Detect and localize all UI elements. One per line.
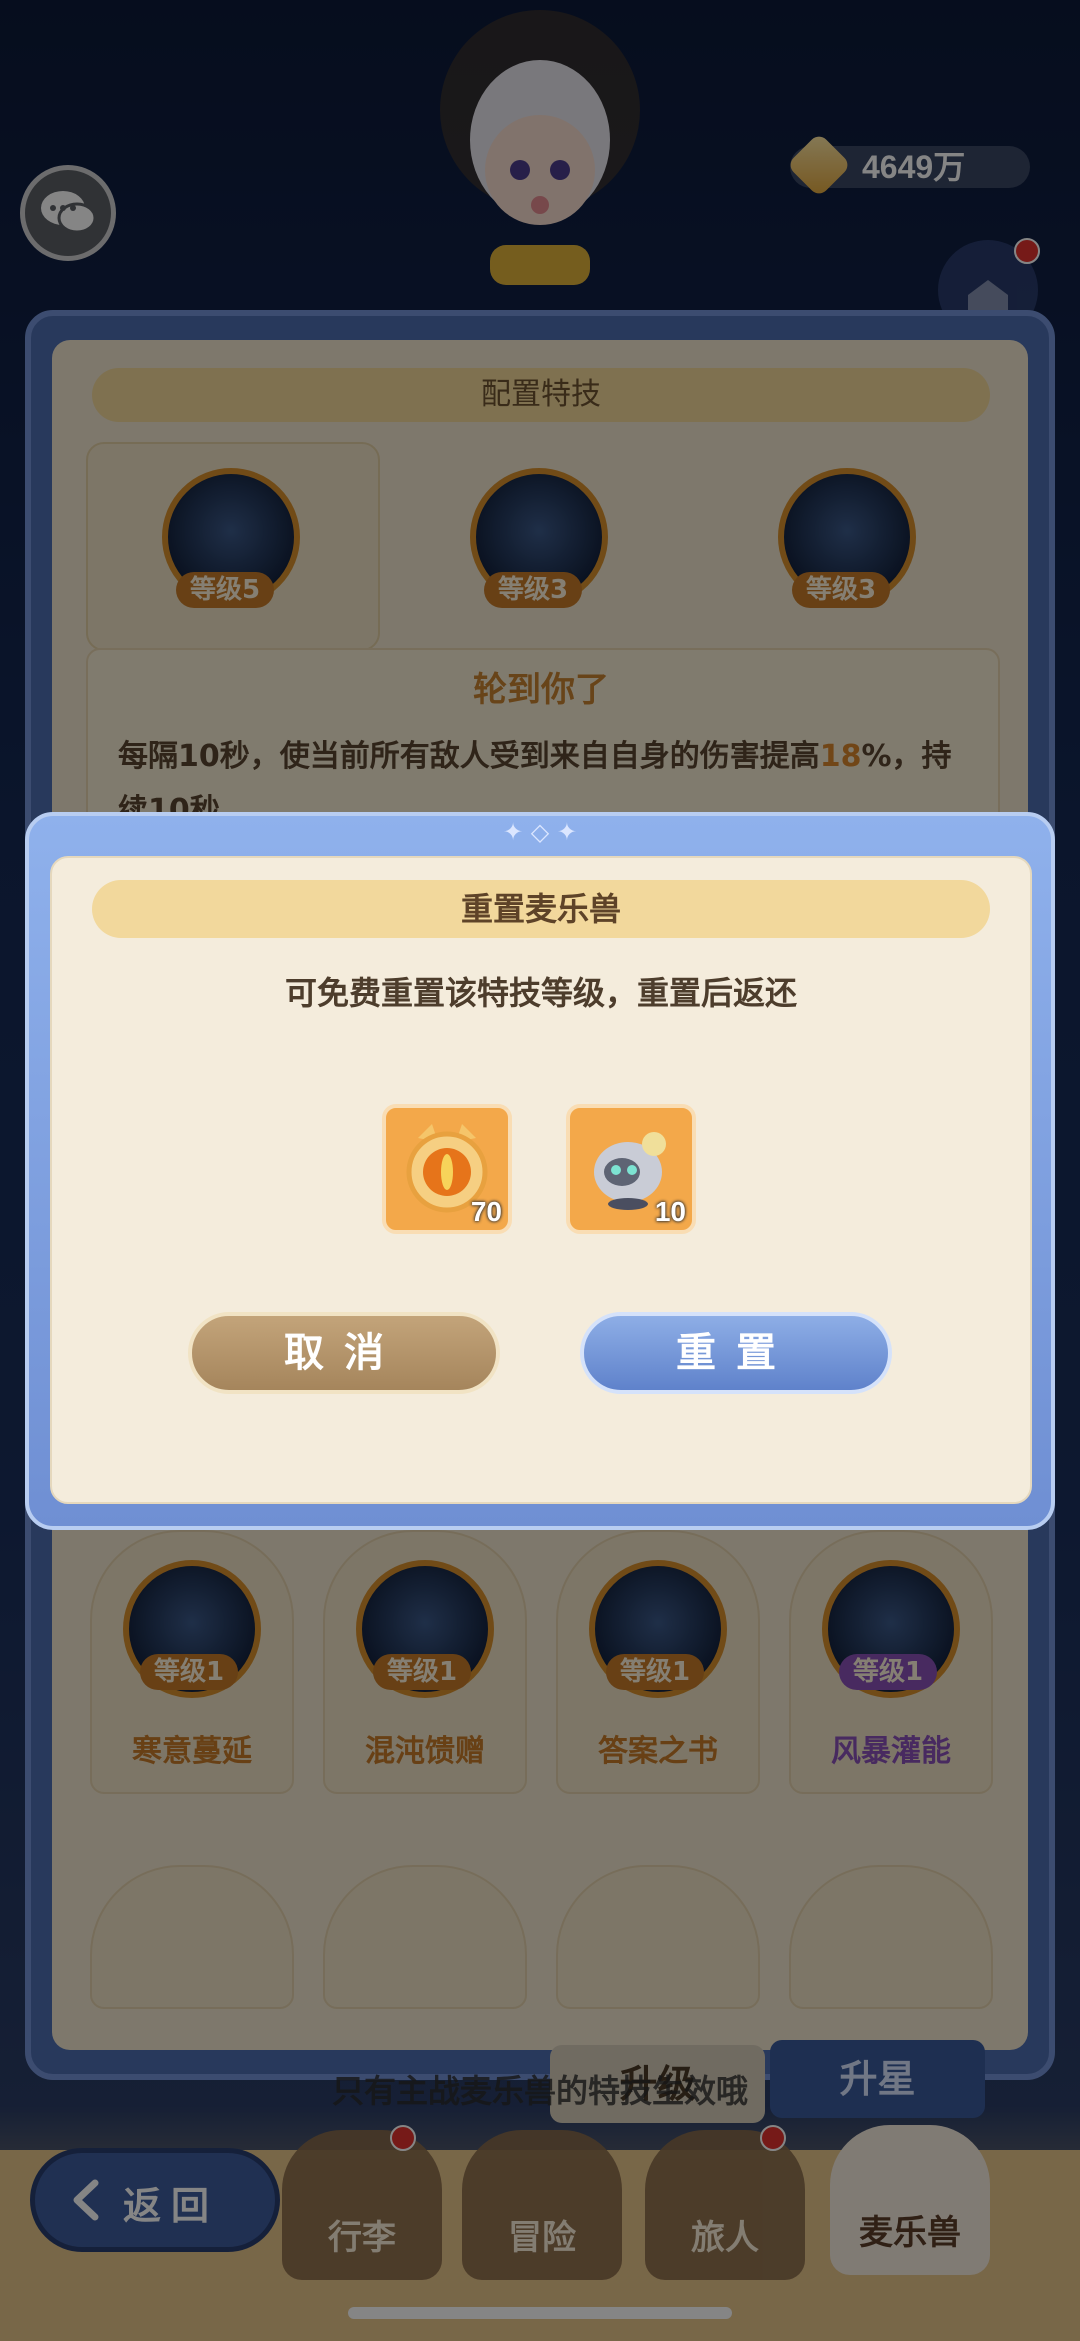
reward-item[interactable]: 10	[566, 1104, 696, 1234]
reset-button[interactable]: 重置	[580, 1312, 892, 1394]
dialog-body	[50, 856, 1032, 1504]
cancel-button[interactable]: 取消	[188, 1312, 500, 1394]
item-quantity: 10	[654, 1196, 686, 1227]
diamond-ornament-icon: ✦ ◇ ✦	[503, 818, 577, 846]
item-quantity: 70	[470, 1196, 502, 1227]
reward-item[interactable]: 70	[382, 1104, 512, 1234]
dialog-title: 重置麦乐兽	[92, 880, 990, 938]
dialog-message: 可免费重置该特技等级，重置后返还	[284, 974, 797, 1012]
